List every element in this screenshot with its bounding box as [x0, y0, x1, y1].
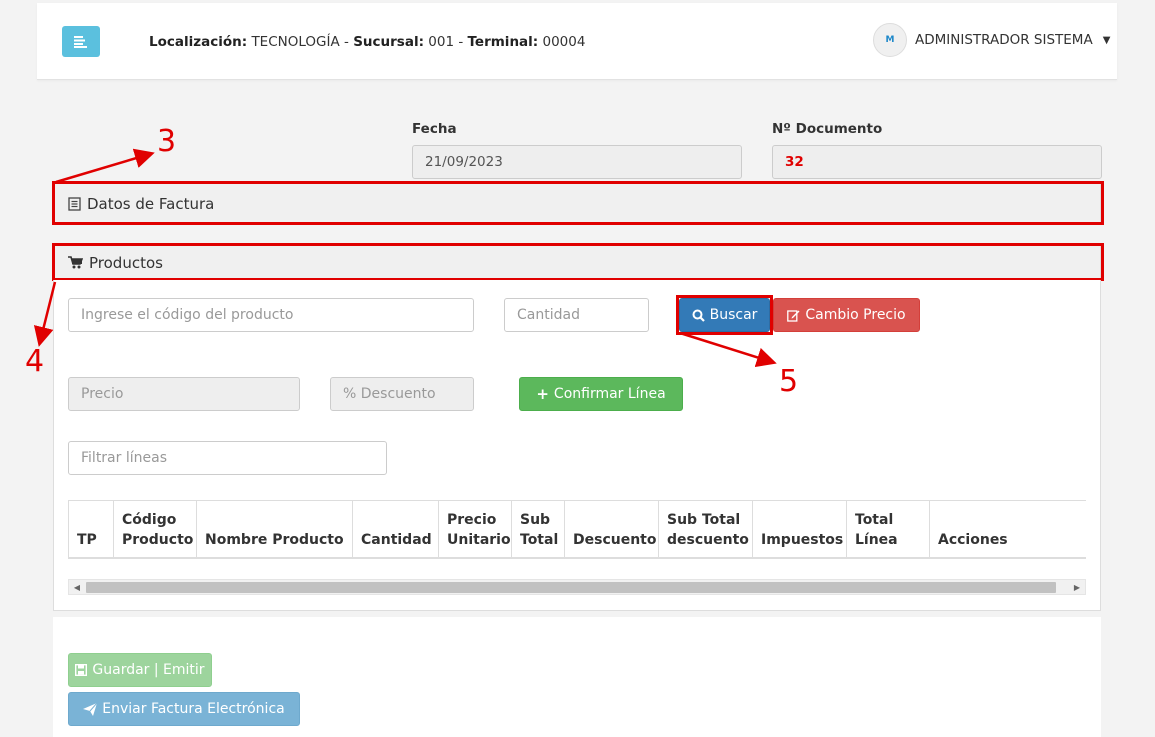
- caret-down-icon: ▼: [1102, 34, 1111, 46]
- table-header-cell[interactable]: Impuestos: [752, 501, 846, 558]
- annotation-label-3: 3: [157, 124, 177, 159]
- save-icon: [75, 664, 88, 676]
- table-header-line: Descuento: [573, 532, 657, 548]
- fecha-label: Fecha: [412, 121, 457, 137]
- suc-value: 001: [428, 34, 455, 50]
- menu-icon: [74, 35, 87, 48]
- table-header-cell[interactable]: Código Producto: [113, 501, 196, 558]
- table-header-line: Unitario: [447, 532, 511, 548]
- documento-label: Nº Documento: [772, 121, 883, 137]
- location-info: Localización: TECNOLOGÍA - Sucursal: 001…: [149, 34, 585, 50]
- annotation-label-4: 4: [25, 344, 45, 379]
- table-header-label: Sub Total: [520, 510, 558, 550]
- table-header-line: Acciones: [938, 532, 1008, 548]
- table-header-cell[interactable]: Sub Total: [511, 501, 564, 558]
- edit-icon: [787, 309, 800, 322]
- table-header-line: Línea: [855, 532, 898, 548]
- guardar-label: Guardar | Emitir: [92, 662, 205, 678]
- table-header-line: Nombre Producto: [205, 532, 344, 548]
- documento-field: 32: [772, 145, 1102, 179]
- table-header-cell[interactable]: Total Línea: [846, 501, 929, 558]
- table-header-line: Sub Total: [667, 512, 741, 528]
- table-header-label: Cantidad: [361, 530, 432, 550]
- avatar: M: [873, 23, 907, 57]
- table-header-cell[interactable]: Acciones: [929, 501, 1086, 558]
- table-header-cell[interactable]: Sub Total descuento: [658, 501, 752, 558]
- table-header-line: TP: [77, 532, 97, 548]
- annotation-box-3: [52, 181, 1104, 225]
- scroll-left-icon[interactable]: ◀: [69, 580, 85, 594]
- table-header-label: Nombre Producto: [205, 530, 344, 550]
- annotation-label-5: 5: [779, 364, 799, 399]
- term-label: Terminal:: [467, 34, 539, 50]
- paper-plane-icon: [83, 702, 98, 716]
- scroll-right-icon[interactable]: ▶: [1069, 580, 1085, 594]
- user-menu[interactable]: M ADMINISTRADOR SISTEMA ▼: [873, 22, 1110, 58]
- plus-icon: +: [536, 385, 549, 403]
- horizontal-scrollbar[interactable]: ◀ ▶: [68, 579, 1086, 595]
- cantidad-input[interactable]: Cantidad: [504, 298, 649, 332]
- table-header-line: descuento: [667, 532, 749, 548]
- separator: -: [344, 34, 349, 50]
- table-header-label: Acciones: [938, 530, 1008, 550]
- table-header-label: Sub Total descuento: [667, 510, 749, 550]
- table-header-label: Precio Unitario: [447, 510, 511, 550]
- table-header-line: Total: [520, 532, 559, 548]
- table-header-label: TP: [77, 530, 97, 550]
- annotation-box-5: [676, 295, 773, 335]
- table-header-cell[interactable]: Cantidad: [352, 501, 438, 558]
- separator: -: [458, 34, 464, 50]
- table-header-label: Código Producto: [122, 510, 193, 550]
- menu-toggle-button[interactable]: [62, 26, 100, 57]
- loc-label: Localización:: [149, 34, 248, 50]
- enviar-factura-button[interactable]: Enviar Factura Electrónica: [68, 692, 300, 726]
- precio-input[interactable]: Precio: [68, 377, 300, 411]
- table-header-line: Impuestos: [761, 532, 844, 548]
- cambio-precio-button[interactable]: Cambio Precio: [773, 298, 920, 332]
- table-header-line: Sub: [520, 512, 551, 528]
- enviar-label: Enviar Factura Electrónica: [102, 701, 285, 717]
- confirmar-label: Confirmar Línea: [553, 386, 666, 402]
- table-header-line: Cantidad: [361, 532, 432, 548]
- user-name: ADMINISTRADOR SISTEMA: [915, 32, 1093, 48]
- table-header-cell[interactable]: TP: [68, 501, 113, 558]
- top-navbar: Localización: TECNOLOGÍA - Sucursal: 001…: [37, 3, 1117, 80]
- term-value: 00004: [542, 34, 586, 50]
- scroll-thumb[interactable]: [86, 582, 1056, 593]
- filtrar-input[interactable]: Filtrar líneas: [68, 441, 387, 475]
- table-header-line: Precio: [447, 512, 497, 528]
- suc-label: Sucursal:: [353, 34, 424, 50]
- table-header-label: Descuento: [573, 530, 657, 550]
- table-header-line: Código: [122, 512, 177, 528]
- codigo-input[interactable]: Ingrese el código del producto: [68, 298, 474, 332]
- annotation-box-4: [52, 243, 1104, 281]
- fecha-field: 21/09/2023: [412, 145, 742, 179]
- loc-value: TECNOLOGÍA: [251, 34, 340, 50]
- guardar-emitir-button[interactable]: Guardar | Emitir: [68, 653, 212, 687]
- table-header-cell[interactable]: Nombre Producto: [196, 501, 352, 558]
- confirmar-linea-button[interactable]: + Confirmar Línea: [519, 377, 683, 411]
- table-header-label: Impuestos: [761, 530, 843, 550]
- table-header-line: Total: [855, 512, 894, 528]
- table-header-label: Total Línea: [855, 510, 898, 550]
- table-header-cell[interactable]: Precio Unitario: [438, 501, 511, 558]
- descuento-input[interactable]: % Descuento: [330, 377, 474, 411]
- table-header-cell[interactable]: Descuento: [564, 501, 658, 558]
- lines-table: TP Código Producto Nombre Producto Cantidad P…: [68, 500, 1086, 559]
- cambio-precio-label: Cambio Precio: [805, 307, 906, 323]
- table-header-line: Producto: [122, 532, 194, 548]
